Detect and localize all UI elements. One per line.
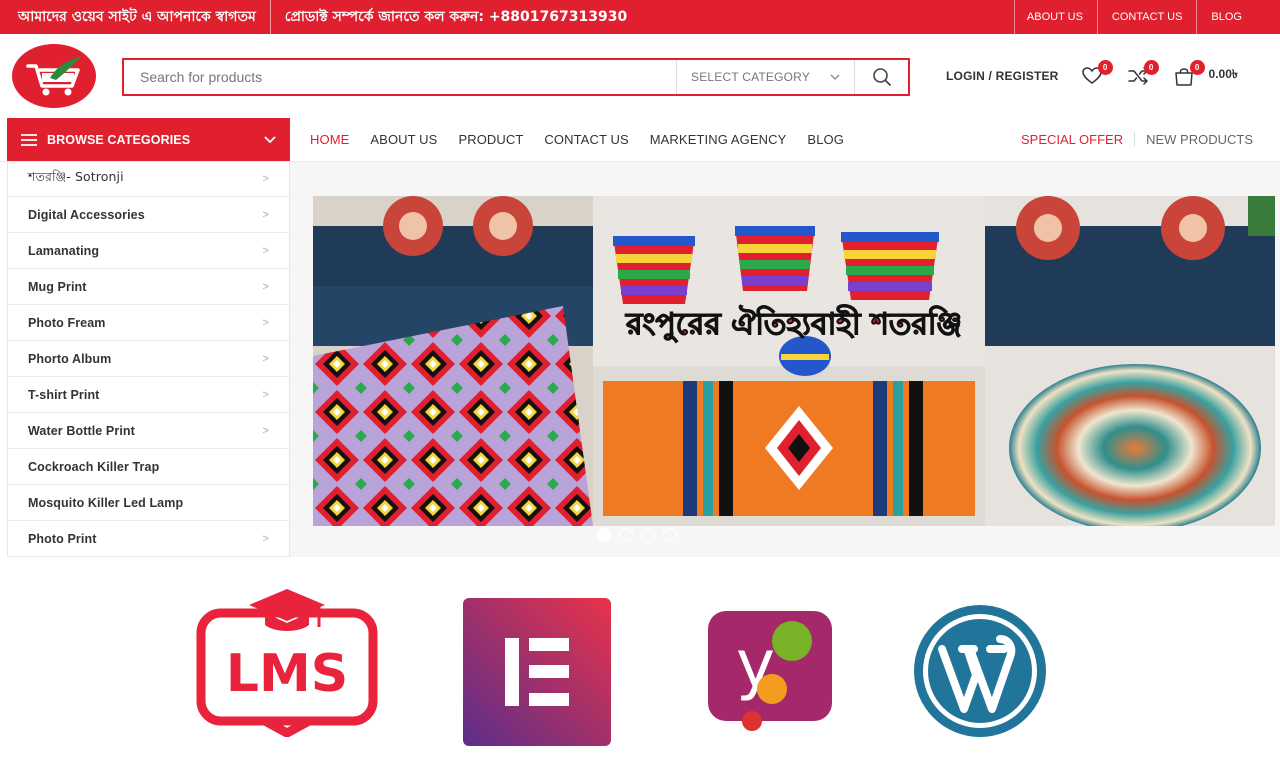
cart-total[interactable]: 0.00৳: [1209, 66, 1238, 86]
category-label: Lamanating: [28, 243, 100, 258]
yoast-icon: y: [708, 611, 832, 731]
top-link-blog[interactable]: BLOG: [1196, 0, 1280, 34]
category-item[interactable]: Phorto Album >: [8, 341, 289, 377]
category-label: Digital Accessories: [28, 207, 145, 222]
slider-dot[interactable]: [663, 528, 677, 542]
cart-logo-icon: [26, 56, 82, 96]
elementor-icon: [463, 598, 611, 746]
browse-categories-label: BROWSE CATEGORIES: [47, 132, 191, 147]
chevron-right-icon: >: [262, 388, 269, 401]
slider-dot[interactable]: [597, 528, 611, 542]
category-item[interactable]: Mug Print >: [8, 269, 289, 305]
category-item[interactable]: Lamanating >: [8, 233, 289, 269]
nav-about-us[interactable]: ABOUT US: [370, 132, 437, 147]
navigation-row: BROWSE CATEGORIES HOME ABOUT US PRODUCT …: [0, 118, 1280, 162]
login-register-link[interactable]: LOGIN / REGISTER: [946, 69, 1059, 83]
chevron-down-icon: [830, 74, 840, 80]
top-bar: আমাদের ওয়েব সাইট এ আপনাকে স্বাগতম প্রোড…: [0, 0, 1280, 34]
site-logo[interactable]: [12, 44, 96, 108]
chevron-right-icon: >: [262, 424, 269, 437]
header-actions: LOGIN / REGISTER 0 0 0 0.00৳: [946, 60, 1238, 88]
site-header: SELECT CATEGORY LOGIN / REGISTER 0 0 0 0…: [0, 34, 1280, 118]
nav-home[interactable]: HOME: [310, 132, 349, 147]
category-label: Phorto Album: [28, 351, 112, 366]
call-text: প্রোডাক্ট সম্পর্কে জানতে কল করুন: +88017…: [284, 9, 628, 25]
lms-text: LMS: [226, 644, 348, 704]
banner-headline: রংপুরের ঐতিহ্যবাহী শতরঞ্জি: [625, 304, 962, 343]
top-link-about-us[interactable]: ABOUT US: [1013, 0, 1097, 34]
welcome-text: আমাদের ওয়েব সাইট এ আপনাকে স্বাগতম: [0, 0, 271, 34]
cart-count-badge: 0: [1189, 60, 1205, 75]
nav-blog[interactable]: BLOG: [807, 132, 844, 147]
cart-button[interactable]: 0: [1173, 60, 1205, 87]
category-label: Water Bottle Print: [28, 423, 135, 438]
wishlist-button[interactable]: 0: [1081, 60, 1113, 87]
top-links: ABOUT US CONTACT US BLOG: [1013, 0, 1280, 34]
chevron-right-icon: >: [262, 173, 269, 185]
wishlist-count-badge: 0: [1097, 60, 1113, 75]
slider-dot[interactable]: [641, 528, 655, 542]
slider-dots: [597, 528, 685, 542]
chevron-right-icon: >: [262, 208, 269, 221]
chevron-down-icon: [264, 136, 276, 143]
category-label: Mosquito Killer Led Lamp: [28, 495, 184, 510]
hero-banner[interactable]: রংপুরের ঐতিহ্যবাহী শতরঞ্জি: [313, 196, 1275, 526]
category-label: শতরঞ্জি- Sotronji: [28, 169, 124, 184]
category-item[interactable]: T-shirt Print >: [8, 377, 289, 413]
chevron-right-icon: >: [262, 244, 269, 257]
nav-contact-us[interactable]: CONTACT US: [544, 132, 628, 147]
category-item[interactable]: শতরঞ্জি- Sotronji >: [8, 162, 289, 197]
lms-logo: LMS: [195, 587, 379, 738]
category-item[interactable]: Digital Accessories >: [8, 197, 289, 233]
banner-image: রংপুরের ঐতিহ্যবাহী শতরঞ্জি: [313, 196, 1275, 526]
search-button[interactable]: [854, 60, 908, 94]
secondary-menu: SPECIAL OFFER NEW PRODUCTS: [1021, 118, 1253, 161]
elementor-logo: [463, 598, 611, 746]
chevron-right-icon: >: [262, 280, 269, 293]
compare-count-badge: 0: [1143, 60, 1159, 75]
slider-dot[interactable]: [619, 528, 633, 542]
category-label: Cockroach Killer Trap: [28, 459, 160, 474]
browse-categories-button[interactable]: BROWSE CATEGORIES: [7, 118, 290, 161]
main-menu: HOME ABOUT US PRODUCT CONTACT US MARKETI…: [310, 118, 865, 161]
compare-button[interactable]: 0: [1127, 60, 1159, 87]
chevron-right-icon: >: [262, 352, 269, 365]
category-item[interactable]: Cockroach Killer Trap: [8, 449, 289, 485]
chevron-right-icon: >: [262, 533, 269, 545]
search-bar: SELECT CATEGORY: [122, 58, 910, 96]
wordpress-logo: [912, 603, 1048, 739]
category-item[interactable]: Photo Fream >: [8, 305, 289, 341]
chevron-right-icon: >: [262, 316, 269, 329]
nav-product[interactable]: PRODUCT: [458, 132, 523, 147]
hamburger-icon: [21, 133, 37, 146]
category-item[interactable]: Photo Print >: [8, 521, 289, 557]
category-select-label: SELECT CATEGORY: [691, 70, 811, 84]
search-icon: [872, 68, 891, 86]
partner-logos: LMS y: [0, 557, 1280, 769]
search-input[interactable]: [124, 60, 676, 94]
yoast-logo: y: [706, 609, 834, 733]
category-label: Photo Print: [28, 532, 97, 546]
nav-new-products[interactable]: NEW PRODUCTS: [1135, 132, 1253, 147]
category-label: Mug Print: [28, 279, 87, 294]
category-item[interactable]: Water Bottle Print >: [8, 413, 289, 449]
category-label: T-shirt Print: [28, 387, 100, 402]
wordpress-icon: [914, 605, 1046, 737]
top-link-contact-us[interactable]: CONTACT US: [1096, 0, 1197, 34]
lms-graduation-icon: LMS: [196, 589, 378, 738]
category-list: শতরঞ্জি- Sotronji > Digital Accessories > …: [7, 162, 290, 557]
category-label: Photo Fream: [28, 315, 106, 330]
category-select[interactable]: SELECT CATEGORY: [676, 60, 854, 94]
nav-marketing-agency[interactable]: MARKETING AGENCY: [650, 132, 787, 147]
nav-special-offer[interactable]: SPECIAL OFFER: [1021, 132, 1136, 147]
category-item[interactable]: Mosquito Killer Led Lamp: [8, 485, 289, 521]
